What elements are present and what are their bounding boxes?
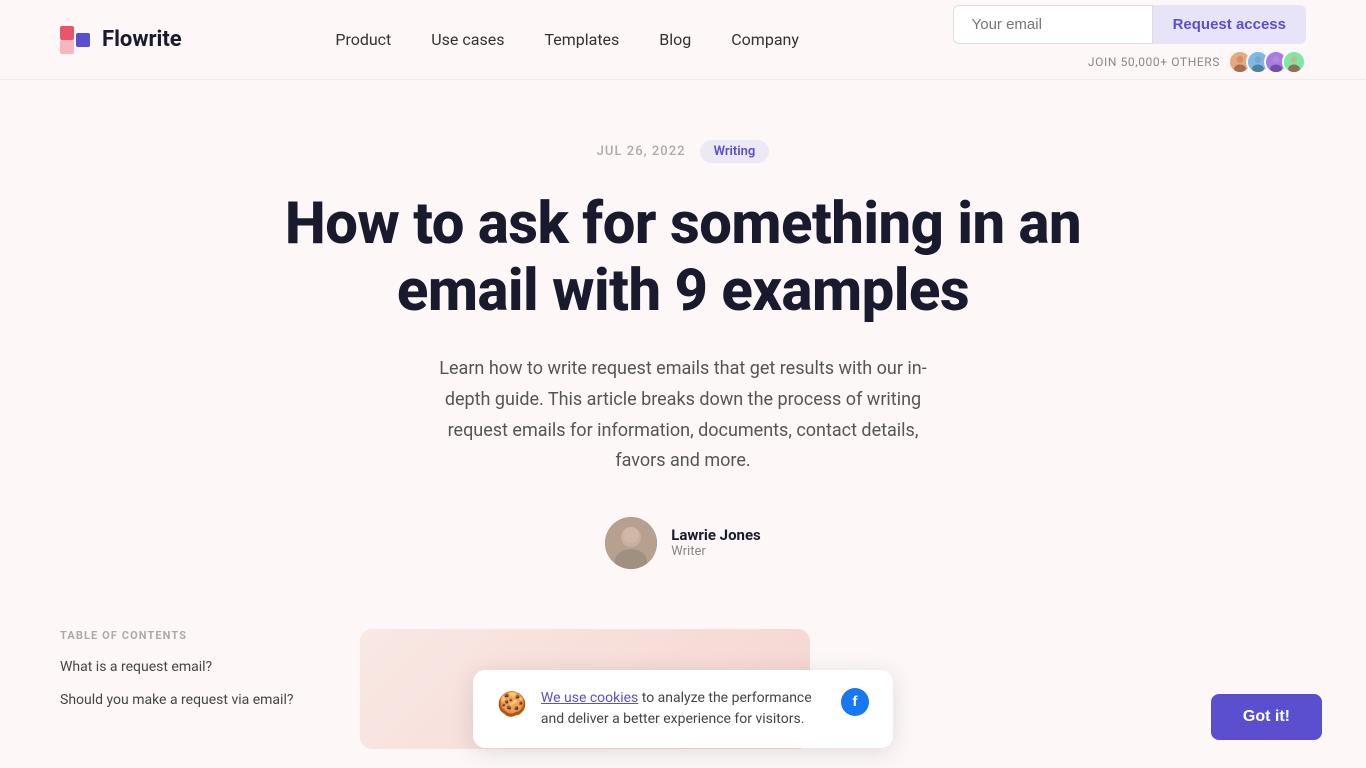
nav-blog[interactable]: Blog [659, 30, 691, 49]
toc-item-2[interactable]: Should you make a request via email? [60, 691, 320, 711]
cookie-text: We use cookies to analyze the performanc… [541, 688, 819, 730]
article-title: How to ask for something in an email wit… [248, 191, 1118, 324]
cookie-icon: 🍪 [497, 690, 527, 718]
cookie-social: f [841, 688, 869, 716]
signup-form: Request access [953, 5, 1306, 44]
navbar: Flowrite Product Use cases Templates Blo… [0, 0, 1366, 80]
author-avatar [605, 517, 657, 569]
author-role: Writer [671, 544, 761, 559]
join-text-label: JOIN 50,000+ OTHERS [1088, 55, 1220, 69]
post-date: JUL 26, 2022 [597, 144, 686, 159]
nav-company[interactable]: Company [731, 30, 799, 49]
author-name: Lawrie Jones [671, 526, 761, 544]
hero-section: JUL 26, 2022 Writing How to ask for some… [0, 80, 1366, 609]
nav-templates[interactable]: Templates [544, 30, 619, 49]
join-text-row: JOIN 50,000+ OTHERS [1088, 50, 1306, 74]
avatar-4 [1282, 50, 1306, 74]
nav-links: Product Use cases Templates Blog Company [335, 30, 799, 49]
brand-name: Flowrite [102, 27, 182, 52]
got-it-button[interactable]: Got it! [1211, 694, 1322, 740]
toc-heading: TABLE OF CONTENTS [60, 629, 320, 642]
author-row: Lawrie Jones Writer [605, 517, 761, 569]
logo[interactable]: Flowrite [60, 26, 182, 54]
flowrite-logo-icon [60, 26, 92, 54]
toc-sidebar: TABLE OF CONTENTS What is a request emai… [60, 629, 320, 749]
article-subtitle: Learn how to write request emails that g… [423, 354, 943, 476]
cookie-banner: 🍪 We use cookies to analyze the performa… [473, 670, 893, 748]
author-info: Lawrie Jones Writer [671, 526, 761, 559]
category-badge[interactable]: Writing [700, 140, 770, 163]
facebook-icon[interactable]: f [841, 688, 869, 716]
toc-item-1[interactable]: What is a request email? [60, 658, 320, 678]
request-access-button[interactable]: Request access [1153, 5, 1306, 44]
author-avatar-image [605, 517, 657, 569]
email-input[interactable] [953, 5, 1153, 44]
nav-use-cases[interactable]: Use cases [431, 30, 504, 49]
date-badge-row: JUL 26, 2022 Writing [597, 140, 770, 163]
avatar-group [1228, 50, 1306, 74]
nav-right: Request access JOIN 50,000+ OTHERS [953, 5, 1306, 74]
nav-product[interactable]: Product [335, 30, 391, 49]
cookie-link[interactable]: We use cookies [541, 690, 638, 706]
